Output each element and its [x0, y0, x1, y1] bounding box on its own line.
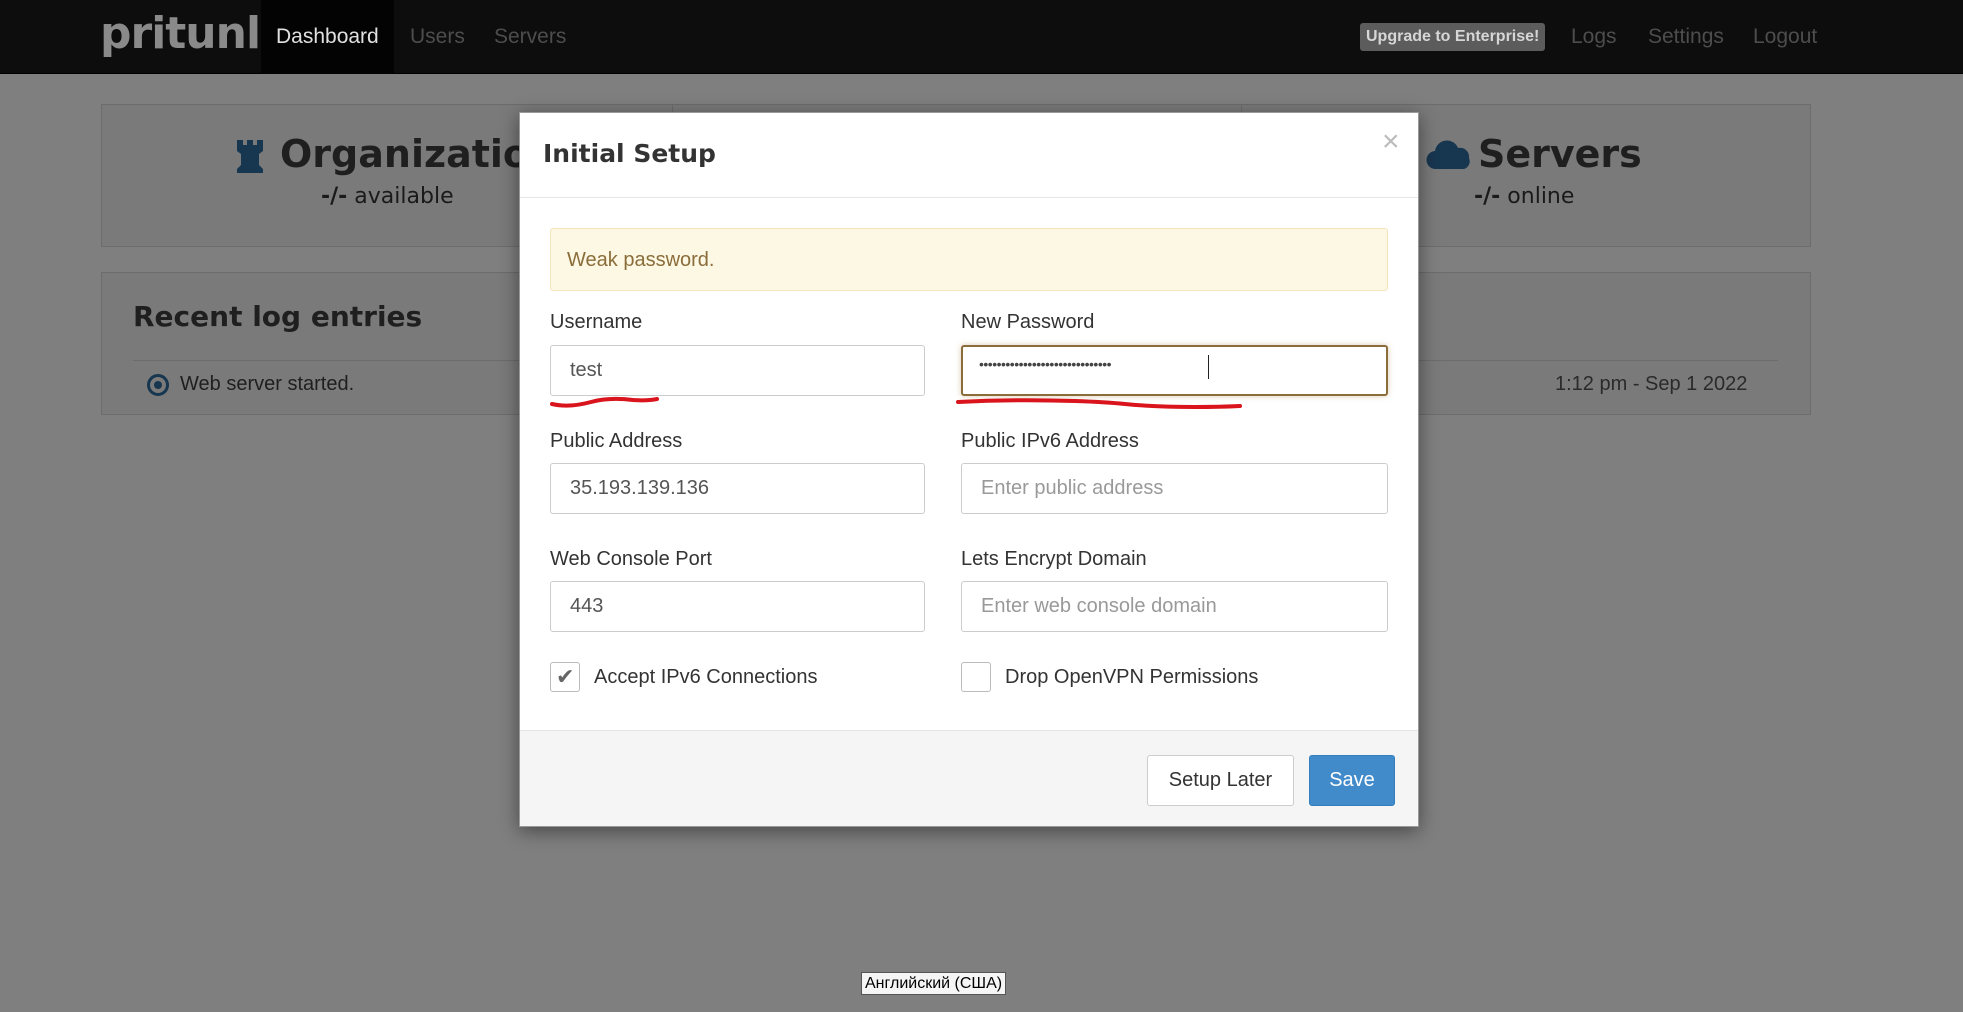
public-address-label: Public Address	[550, 430, 683, 452]
nav-logout[interactable]: Logout	[1738, 0, 1832, 74]
web-console-port-label: Web Console Port	[550, 548, 712, 570]
initial-setup-modal: Initial Setup × Weak password. Username …	[519, 112, 1419, 827]
modal-header-divider	[520, 197, 1418, 198]
red-underline-annotation	[956, 398, 1242, 410]
public-ipv6-label: Public IPv6 Address	[961, 430, 1139, 452]
servers-status: -/- online	[1474, 184, 1574, 209]
password-mask: ••••••••••••••••••••••••••••••	[979, 356, 1112, 372]
nav-users[interactable]: Users	[395, 0, 480, 74]
language-indicator: Английский (США)	[861, 972, 1007, 995]
new-password-label: New Password	[961, 311, 1095, 333]
alert-text: Weak password.	[567, 249, 715, 271]
save-button[interactable]: Save	[1309, 755, 1395, 806]
username-label: Username	[550, 311, 643, 333]
web-console-port-field[interactable]	[550, 581, 925, 632]
servers-title: Servers	[1478, 132, 1642, 176]
servers-count: -/-	[1474, 184, 1501, 209]
nav-servers[interactable]: Servers	[479, 0, 581, 74]
username-field[interactable]	[550, 345, 925, 396]
red-underline-annotation	[550, 396, 659, 408]
drop-openvpn-label[interactable]: Drop OpenVPN Permissions	[1005, 666, 1258, 689]
accept-ipv6-checkbox[interactable]: ✔	[550, 662, 580, 692]
setup-later-button[interactable]: Setup Later	[1147, 755, 1294, 806]
nav-settings[interactable]: Settings	[1633, 0, 1739, 74]
close-icon[interactable]: ×	[1382, 127, 1400, 157]
organizations-status-text: available	[354, 184, 454, 209]
accept-ipv6-label[interactable]: Accept IPv6 Connections	[594, 666, 817, 689]
text-caret	[1208, 355, 1209, 379]
log-entry-message: Web server started.	[180, 373, 355, 395]
log-entry-time: 1:12 pm - Sep 1 2022	[1555, 373, 1748, 395]
organizations-count: -/-	[321, 184, 348, 209]
lets-encrypt-label: Lets Encrypt Domain	[961, 548, 1147, 570]
upgrade-enterprise-button[interactable]: Upgrade to Enterprise!	[1360, 23, 1546, 51]
radio-dot-icon	[147, 374, 169, 396]
public-address-field[interactable]	[550, 463, 925, 514]
top-navbar: pritunl Dashboard Users Servers Upgrade …	[0, 0, 1963, 74]
cloud-icon	[1426, 140, 1470, 170]
nav-logs[interactable]: Logs	[1556, 0, 1632, 74]
modal-title: Initial Setup	[543, 139, 716, 168]
servers-status-text: online	[1507, 184, 1575, 209]
public-ipv6-field[interactable]	[961, 463, 1388, 514]
drop-openvpn-checkbox[interactable]	[961, 662, 991, 692]
modal-footer: Setup Later Save	[520, 730, 1418, 826]
weak-password-alert: Weak password.	[550, 228, 1388, 291]
log-heading: Recent log entries	[133, 300, 423, 333]
nav-dashboard[interactable]: Dashboard	[261, 0, 394, 74]
organizations-status: -/- available	[321, 184, 454, 209]
pritunl-logo[interactable]: pritunl	[100, 8, 261, 59]
rook-icon	[237, 140, 263, 173]
organizations-title: Organization	[280, 132, 557, 176]
lets-encrypt-field[interactable]	[961, 581, 1388, 632]
checkmark-icon: ✔	[556, 664, 575, 689]
